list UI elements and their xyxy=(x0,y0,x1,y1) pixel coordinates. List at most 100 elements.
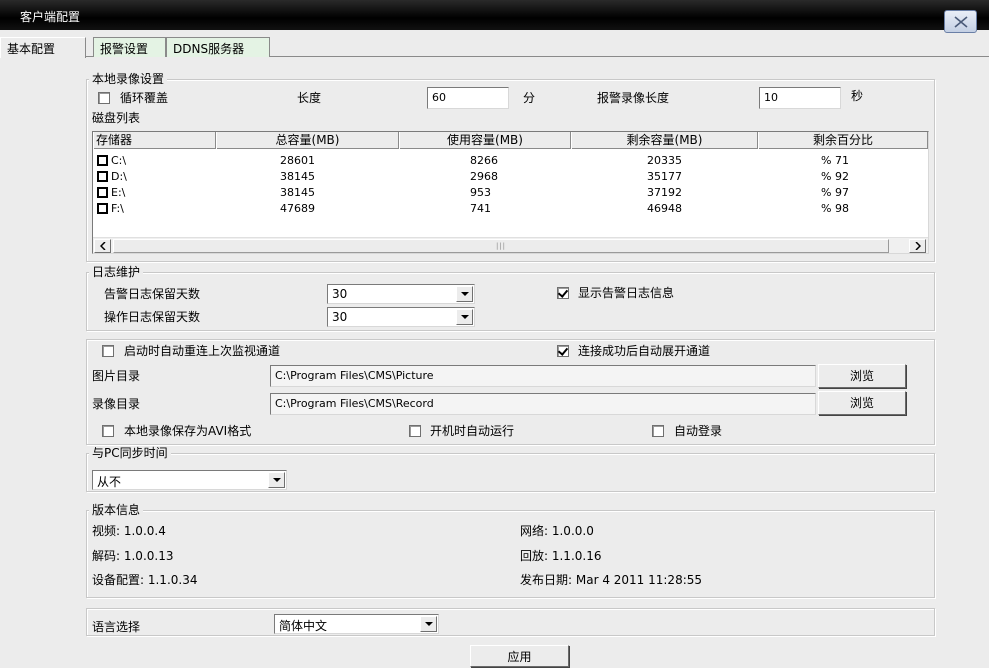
log-legend: 日志维护 xyxy=(89,265,144,279)
drive-used: 8266 xyxy=(470,154,498,167)
autorun-checkbox[interactable] xyxy=(409,425,421,437)
picture-dir-label: 图片目录 xyxy=(92,369,141,383)
autologin-checkbox[interactable] xyxy=(652,425,664,437)
chevron-down-icon[interactable] xyxy=(268,472,285,488)
alarm-days-value: 30 xyxy=(332,287,348,301)
drive-free: 35177 xyxy=(647,170,682,183)
log-group xyxy=(86,272,935,331)
col-storage[interactable]: 存储器 xyxy=(93,132,216,149)
drive-percent: % 98 xyxy=(821,202,849,215)
drive-free: 37192 xyxy=(647,186,682,199)
drive-checkbox[interactable] xyxy=(97,187,108,198)
browse-record-button[interactable]: 浏览 xyxy=(818,391,906,415)
horizontal-scrollbar[interactable]: ||| xyxy=(93,237,928,253)
record-dir-input[interactable]: C:\Program Files\CMS\Record xyxy=(270,393,816,415)
auto-reconnect-label: 启动时自动重连上次监视通道 xyxy=(124,344,281,358)
scroll-thumb[interactable]: ||| xyxy=(113,239,889,253)
drive-total: 28601 xyxy=(280,154,315,167)
col-percent[interactable]: 剩余百分比 xyxy=(758,132,928,149)
length-input[interactable]: 60 xyxy=(427,87,509,109)
disk-list-header: 存储器 总容量(MB) 使用容量(MB) 剩余容量(MB) 剩余百分比 xyxy=(93,132,928,149)
tab-ddns-server[interactable]: DDNS服务器 xyxy=(166,37,270,57)
drive-checkbox[interactable] xyxy=(97,155,108,166)
alarm-length-input[interactable]: 10 xyxy=(759,87,841,109)
op-days-label: 操作日志保留天数 xyxy=(104,310,201,324)
length-unit: 分 xyxy=(523,91,536,105)
drive-total: 38145 xyxy=(280,186,315,199)
language-label: 语言选择 xyxy=(92,620,141,634)
length-label: 长度 xyxy=(297,91,322,105)
alarm-length-unit: 秒 xyxy=(851,89,864,103)
tab-alarm-settings[interactable]: 报警设置 xyxy=(93,37,166,57)
save-avi-label: 本地录像保存为AVI格式 xyxy=(124,424,252,438)
drive-percent: % 97 xyxy=(821,186,849,199)
loop-overwrite-checkbox[interactable] xyxy=(98,92,110,104)
tab-strip: 基本配置 报警设置 DDNS服务器 xyxy=(0,37,989,58)
op-days-value: 30 xyxy=(332,310,348,324)
drive-used: 2968 xyxy=(470,170,498,183)
release-date: 发布日期: Mar 4 2011 11:28:55 xyxy=(520,573,703,587)
apply-button[interactable]: 应用 xyxy=(470,645,569,667)
sync-value: 从不 xyxy=(97,475,122,489)
table-row[interactable]: C:\ 28601 8266 20335 % 71 xyxy=(93,153,928,168)
window-title: 客户端配置 xyxy=(20,10,81,24)
version-legend: 版本信息 xyxy=(89,503,144,517)
record-dir-label: 录像目录 xyxy=(92,397,141,411)
tab-basic-config[interactable]: 基本配置 xyxy=(0,37,86,58)
autorun-label: 开机时自动运行 xyxy=(430,424,515,438)
scroll-left-button[interactable] xyxy=(94,239,111,253)
autologin-label: 自动登录 xyxy=(674,424,723,438)
chevron-down-icon[interactable] xyxy=(456,286,473,302)
col-used[interactable]: 使用容量(MB) xyxy=(399,132,571,149)
drive-used: 741 xyxy=(470,202,491,215)
table-row[interactable]: E:\ 38145 953 37192 % 97 xyxy=(93,185,928,200)
show-alarm-checkbox[interactable] xyxy=(557,287,569,299)
disk-list[interactable]: 存储器 总容量(MB) 使用容量(MB) 剩余容量(MB) 剩余百分比 C:\ … xyxy=(92,131,929,254)
language-value: 简体中文 xyxy=(279,619,328,633)
picture-dir-input[interactable]: C:\Program Files\CMS\Picture xyxy=(270,365,816,387)
drive-free: 46948 xyxy=(647,202,682,215)
close-button[interactable] xyxy=(944,10,977,33)
disk-list-label: 磁盘列表 xyxy=(92,111,141,125)
version-group xyxy=(86,510,935,598)
alarm-length-label: 报警录像长度 xyxy=(597,91,670,105)
drive-checkbox[interactable] xyxy=(97,171,108,182)
sync-legend: 与PC同步时间 xyxy=(89,446,171,460)
playback-version: 回放: 1.1.0.16 xyxy=(520,549,602,563)
video-version: 视频: 1.0.0.4 xyxy=(92,524,166,538)
sync-select[interactable]: 从不 xyxy=(92,470,287,490)
auto-expand-label: 连接成功后自动展开通道 xyxy=(578,344,711,358)
table-row[interactable]: F:\ 47689 741 46948 % 98 xyxy=(93,201,928,216)
alarm-days-label: 告警日志保留天数 xyxy=(104,287,201,301)
browse-picture-button[interactable]: 浏览 xyxy=(818,364,906,388)
decode-version: 解码: 1.0.0.13 xyxy=(92,549,174,563)
drive-total: 47689 xyxy=(280,202,315,215)
auto-reconnect-checkbox[interactable] xyxy=(102,345,114,357)
arrow-right-icon xyxy=(914,242,921,250)
language-group xyxy=(86,608,935,636)
title-bar: 客户端配置 xyxy=(0,0,989,33)
table-row[interactable]: D:\ 38145 2968 35177 % 92 xyxy=(93,169,928,184)
scroll-right-button[interactable] xyxy=(909,239,926,253)
op-days-select[interactable]: 30 xyxy=(327,307,475,327)
drive-name: F:\ xyxy=(111,202,124,215)
chevron-down-icon[interactable] xyxy=(456,309,473,325)
language-select[interactable]: 简体中文 xyxy=(274,614,439,634)
col-free[interactable]: 剩余容量(MB) xyxy=(571,132,758,149)
drive-checkbox[interactable] xyxy=(97,203,108,214)
drive-total: 38145 xyxy=(280,170,315,183)
chevron-down-icon[interactable] xyxy=(420,616,437,632)
alarm-days-select[interactable]: 30 xyxy=(327,284,475,304)
show-alarm-label: 显示告警日志信息 xyxy=(578,286,675,300)
col-total[interactable]: 总容量(MB) xyxy=(216,132,399,149)
drive-free: 20335 xyxy=(647,154,682,167)
network-version: 网络: 1.0.0.0 xyxy=(520,524,594,538)
auto-expand-checkbox[interactable] xyxy=(557,345,569,357)
save-avi-checkbox[interactable] xyxy=(102,425,114,437)
drive-name: C:\ xyxy=(111,154,127,167)
grip-icon: ||| xyxy=(495,242,507,250)
drive-percent: % 92 xyxy=(821,170,849,183)
device-config-version: 设备配置: 1.1.0.34 xyxy=(92,573,198,587)
drive-used: 953 xyxy=(470,186,491,199)
loop-overwrite-label: 循环覆盖 xyxy=(120,91,169,105)
